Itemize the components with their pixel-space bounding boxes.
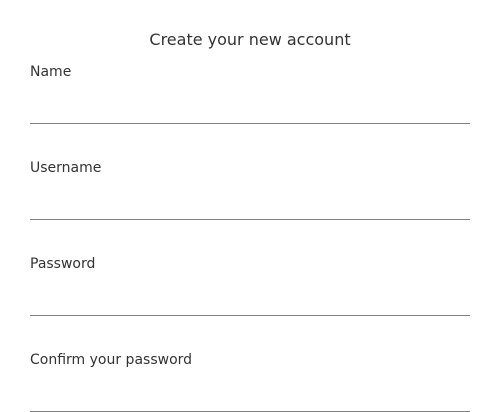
- confirm-password-field: Confirm your password: [30, 352, 470, 412]
- password-label: Password: [30, 256, 96, 272]
- confirm-password-input[interactable]: [30, 382, 470, 412]
- confirm-password-label: Confirm your password: [30, 352, 193, 368]
- name-field: Name: [30, 64, 470, 124]
- password-field: Password: [30, 256, 470, 316]
- form-title: Create your new account: [149, 30, 351, 49]
- password-input[interactable]: [30, 286, 470, 316]
- username-label: Username: [30, 160, 102, 176]
- name-input[interactable]: [30, 94, 470, 124]
- username-input[interactable]: [30, 190, 470, 220]
- name-label: Name: [30, 64, 72, 80]
- username-field: Username: [30, 160, 470, 220]
